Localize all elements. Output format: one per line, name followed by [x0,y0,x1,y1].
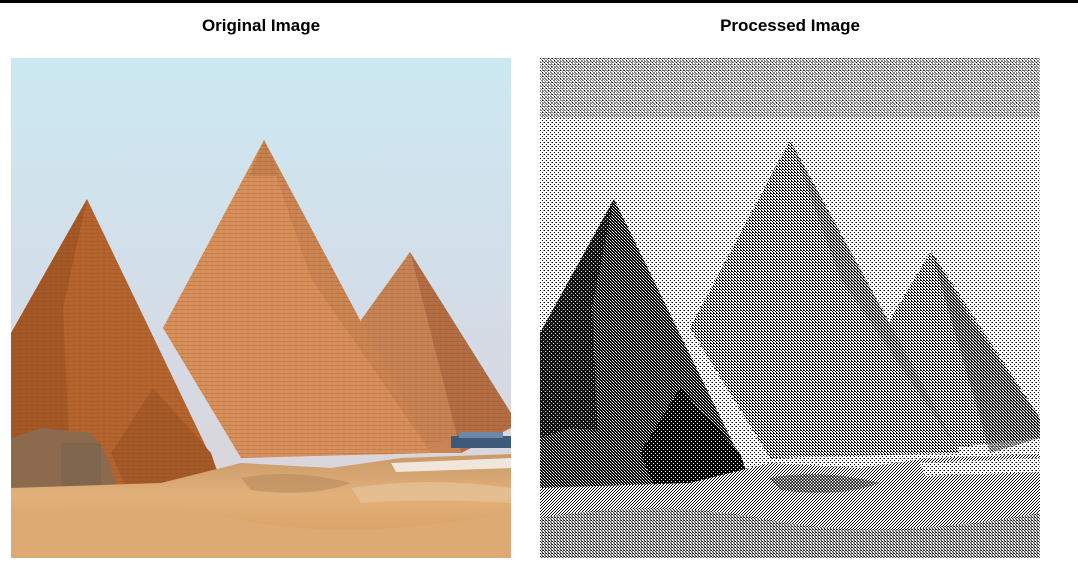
top-border-rule [0,0,1078,3]
original-image [11,58,511,558]
original-image-title: Original Image [201,16,321,35]
processed-image-title: Processed Image [720,16,860,35]
processed-image [540,58,1040,558]
